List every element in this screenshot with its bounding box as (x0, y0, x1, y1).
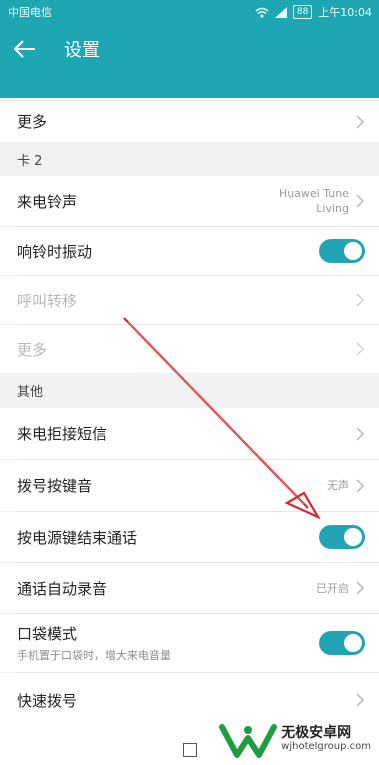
signal-icon (274, 6, 287, 18)
back-button[interactable] (14, 33, 46, 65)
auto-record-row[interactable]: 通话自动录音 已开启 (0, 563, 379, 613)
dial-tone-label: 拨号按键音 (17, 477, 93, 495)
dial-tone-value: 无声 (327, 479, 349, 492)
chevron-right-icon (355, 193, 365, 209)
toggle-knob (344, 528, 362, 546)
vibrate-row[interactable]: 响铃时振动 (0, 227, 379, 275)
settings-list[interactable]: 更多 卡 2 来电铃声 Huawei Tune Living 响铃时振动 呼叫转… (0, 98, 379, 735)
more-label-2: 更多 (17, 340, 48, 359)
chevron-right-icon (355, 114, 365, 130)
pocket-mode-description: 手机置于口袋时，增大来电音量 (17, 649, 171, 662)
chevron-right-icon (355, 692, 365, 708)
recents-button[interactable] (182, 743, 197, 757)
speed-dial-label: 快速拨号 (17, 691, 78, 710)
pocket-mode-row[interactable]: 口袋模式 手机置于口袋时，增大来电音量 (0, 614, 379, 672)
more-row-2: 更多 (0, 325, 379, 373)
auto-record-value: 已开启 (316, 581, 349, 595)
dial-tone-row[interactable]: 拨号按键音 无声 (0, 460, 379, 511)
page-title: 设置 (64, 40, 100, 61)
logo-icon (219, 724, 278, 758)
pocket-mode-label: 口袋模式 (17, 625, 78, 643)
status-bar: 中国电信 88 上午10:04 (0, 0, 379, 24)
call-forward-row: 呼叫转移 (0, 276, 379, 324)
toggle-knob (344, 242, 362, 260)
more-label: 更多 (17, 113, 48, 131)
clock: 上午10:04 (318, 6, 372, 19)
watermark: 无极安卓网 wjhotelgroup.com (219, 721, 371, 759)
vibrate-label: 响铃时振动 (17, 242, 93, 261)
battery-icon: 88 (292, 5, 313, 19)
chevron-right-icon (355, 292, 365, 308)
power-end-call-toggle[interactable] (319, 525, 365, 549)
watermark-url: wjhotelgroup.com (281, 741, 371, 752)
chevron-right-icon (355, 580, 365, 596)
vibrate-toggle[interactable] (319, 239, 365, 263)
status-icons: 88 上午10:04 (255, 4, 372, 20)
ringtone-row[interactable]: 来电铃声 Huawei Tune Living (0, 176, 379, 226)
ringtone-value-line1: Huawei Tune (278, 187, 349, 200)
reject-sms-row[interactable]: 来电拒接短信 (0, 408, 379, 459)
power-end-call-label: 按电源键结束通话 (17, 528, 138, 547)
auto-record-label: 通话自动录音 (17, 579, 108, 598)
chevron-right-icon (355, 341, 365, 357)
pocket-mode-toggle[interactable] (319, 631, 365, 655)
app-bar: 设置 (0, 24, 379, 74)
chevron-right-icon (355, 426, 365, 442)
section-other: 其他 (0, 373, 379, 408)
ringtone-label: 来电铃声 (17, 192, 78, 211)
power-end-call-row[interactable]: 按电源键结束通话 (0, 512, 379, 562)
section-sim2: 卡 2 (0, 142, 379, 176)
watermark-name: 无极安卓网 (281, 725, 352, 741)
wifi-icon (255, 7, 269, 17)
watermark-text: 无极安卓网 wjhotelgroup.com (281, 725, 371, 753)
back-arrow-icon (14, 40, 35, 58)
carrier-label: 中国电信 (8, 6, 52, 19)
call-forward-label: 呼叫转移 (17, 291, 78, 310)
ringtone-value: Huawei Tune Living (279, 186, 349, 216)
more-row-1[interactable]: 更多 (0, 101, 379, 142)
toggle-knob (344, 634, 362, 652)
ringtone-value-line2: Living (316, 202, 349, 215)
header: 中国电信 88 上午10:04 设置 (0, 0, 379, 98)
chevron-right-icon (355, 478, 365, 494)
pocket-mode-text: 口袋模式 手机置于口袋时，增大来电音量 (17, 623, 319, 663)
reject-sms-label: 来电拒接短信 (17, 425, 108, 443)
